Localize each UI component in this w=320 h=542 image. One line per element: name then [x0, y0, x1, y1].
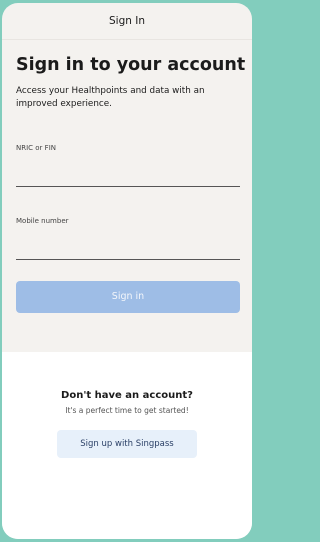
app-screen: Sign In Sign in to your account Access y…	[2, 3, 252, 539]
singpass-signup-button[interactable]: Sign up with Singpass	[57, 430, 197, 458]
signup-section: Don't have an account? It's a perfect ti…	[2, 352, 252, 539]
signup-subtitle: It's a perfect time to get started!	[65, 406, 189, 415]
nric-input[interactable]	[16, 165, 240, 187]
screen-title: Sign In	[109, 15, 145, 27]
signin-button[interactable]: Sign in	[16, 280, 240, 313]
mobile-field-label: Mobile number	[16, 216, 69, 225]
page-title: Sign in to your account	[16, 55, 246, 75]
mobile-input[interactable]	[16, 238, 240, 260]
signup-title: Don't have an account?	[61, 390, 193, 401]
signin-form: Sign in to your account Access your Heal…	[2, 55, 252, 313]
nric-field-label: NRIC or FIN	[16, 143, 56, 152]
top-bar: Sign In	[2, 3, 252, 40]
page-subtitle: Access your Healthpoints and data with a…	[16, 86, 205, 109]
